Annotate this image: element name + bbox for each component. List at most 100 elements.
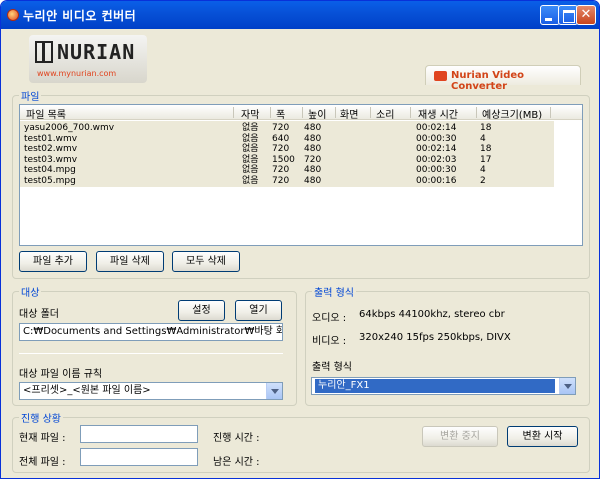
output-legend: 출력 형식 — [312, 284, 356, 299]
table-cell-height: 720 — [304, 154, 322, 165]
column-header[interactable]: 높이 — [308, 106, 326, 121]
table-cell-duration: 00:02:14 — [416, 123, 457, 133]
progress-legend: 진행 상황 — [19, 410, 63, 425]
table-cell-duration: 00:00:30 — [416, 165, 457, 175]
table-cell-height: 480 — [304, 144, 322, 154]
file-list[interactable]: 파일 목록 자막 폭 높이 화면 소리 재생 시간 예상크기(MB) yasu2006_700… — [19, 104, 583, 246]
column-separator[interactable] — [476, 107, 477, 118]
total-file-field[interactable] — [80, 448, 198, 466]
table-cell-width: 1500 — [272, 154, 295, 165]
table-cell-name: test02.wmv — [24, 144, 78, 154]
table-cell-duration: 00:00:16 — [416, 175, 457, 186]
table-cell-width: 720 — [272, 123, 290, 133]
product-tab: Nurian Video Converter — [425, 65, 581, 92]
table-row[interactable]: test04.mpg 없음 720 480 00:00:30 4 — [20, 165, 554, 176]
output-format-label: 출력 형식 — [312, 362, 352, 373]
output-format-value: 누리안_FX1 — [315, 379, 555, 393]
add-file-button[interactable]: 파일 추가 — [19, 251, 87, 272]
table-cell-height: 480 — [304, 165, 322, 175]
elapsed-time-label: 진행 시간 : — [213, 433, 260, 444]
close-icon: ✕ — [580, 7, 592, 22]
table-cell-width: 640 — [272, 133, 290, 144]
table-cell-height: 480 — [304, 133, 322, 144]
column-header[interactable]: 소리 — [376, 106, 394, 121]
output-format-select[interactable]: 누리안_FX1 — [311, 377, 576, 395]
table-cell-width: 720 — [272, 175, 290, 186]
target-divider — [19, 353, 283, 354]
logo: NURIAN www.mynurian.com — [29, 35, 147, 83]
delete-all-button[interactable]: 모두 삭제 — [172, 251, 240, 272]
delete-file-button[interactable]: 파일 삭제 — [96, 251, 164, 272]
set-folder-button[interactable]: 설정 — [178, 300, 225, 321]
column-separator[interactable] — [233, 107, 234, 118]
table-cell-name: test04.mpg — [24, 165, 76, 175]
column-header[interactable]: 화면 — [340, 106, 358, 121]
audio-value: 64kbps 44100khz, stereo cbr — [359, 309, 505, 320]
table-cell-name: test01.wmv — [24, 133, 78, 144]
table-cell-width: 720 — [272, 144, 290, 154]
table-cell-size: 4 — [480, 133, 486, 144]
minimize-button[interactable] — [540, 5, 560, 25]
column-header[interactable]: 폭 — [276, 106, 285, 121]
maximize-button[interactable] — [558, 5, 578, 25]
window-title: 누리안 비디오 컨버터 — [23, 9, 137, 23]
column-separator[interactable] — [270, 107, 271, 118]
table-cell-name: test03.wmv — [24, 154, 78, 165]
target-folder-label: 대상 폴더 — [19, 309, 59, 320]
logo-mark-icon — [35, 41, 53, 63]
remaining-time-label: 남은 시간 : — [213, 457, 260, 468]
column-header[interactable]: 예상크기(MB) — [482, 106, 542, 121]
table-cell-subtitle: 없음 — [242, 144, 259, 154]
file-list-rows: yasu2006_700.wmv 없음 720 480 00:02:14 18 test01… — [20, 121, 554, 187]
table-cell-height: 480 — [304, 123, 322, 133]
filename-rule-value: <프리셋>_<원본 파일 이름> — [23, 385, 151, 396]
current-file-field[interactable] — [80, 425, 198, 443]
table-row[interactable]: test01.wmv 없음 640 480 00:00:30 4 — [20, 134, 554, 145]
app-icon — [7, 9, 19, 21]
table-cell-subtitle: 없음 — [242, 154, 259, 165]
table-cell-subtitle: 없음 — [242, 175, 259, 186]
table-cell-subtitle: 없음 — [242, 133, 259, 144]
video-label: 비디오 : — [312, 336, 347, 347]
table-cell-size: 4 — [480, 165, 486, 175]
target-legend: 대상 — [19, 284, 42, 299]
table-cell-subtitle: 없음 — [242, 165, 259, 175]
stop-convert-button[interactable]: 변환 중지 — [422, 426, 498, 447]
filename-rule-label: 대상 파일 이름 규칙 — [19, 369, 103, 380]
table-cell-size: 18 — [480, 123, 492, 133]
column-header[interactable]: 자막 — [241, 106, 259, 121]
table-cell-name: yasu2006_700.wmv — [24, 123, 115, 133]
table-row[interactable]: test02.wmv 없음 720 480 00:02:14 18 — [20, 144, 554, 155]
file-list-header: 파일 목록 자막 폭 높이 화면 소리 재생 시간 예상크기(MB) — [20, 105, 582, 121]
audio-label: 오디오 : — [312, 313, 347, 324]
column-separator[interactable] — [550, 107, 551, 118]
main-window: 누리안 비디오 컨버터 ✕ NURIAN www.mynurian.com Nu… — [0, 0, 600, 479]
table-cell-size: 17 — [480, 154, 492, 165]
table-cell-name: test05.mpg — [24, 175, 76, 186]
column-header[interactable]: 파일 목록 — [26, 106, 66, 121]
total-file-label: 전체 파일 : — [19, 457, 66, 468]
column-separator[interactable] — [410, 107, 411, 118]
chevron-down-icon[interactable] — [559, 378, 575, 394]
title-bar[interactable]: 누리안 비디오 컨버터 ✕ — [1, 1, 599, 29]
table-cell-size: 18 — [480, 144, 492, 154]
current-file-label: 현재 파일 : — [19, 433, 66, 444]
close-button[interactable]: ✕ — [576, 5, 596, 25]
table-row[interactable]: test03.wmv 없음 1500 720 00:02:03 17 — [20, 155, 554, 166]
column-separator[interactable] — [335, 107, 336, 118]
column-separator[interactable] — [302, 107, 303, 118]
target-folder-field[interactable]: C:₩Documents and Settings₩Administrator₩… — [19, 323, 283, 341]
open-folder-button[interactable]: 열기 — [235, 300, 282, 321]
table-cell-subtitle: 없음 — [242, 123, 259, 133]
logo-url: www.mynurian.com — [37, 69, 117, 78]
table-cell-width: 720 — [272, 165, 290, 175]
filename-rule-select[interactable]: <프리셋>_<원본 파일 이름> — [19, 382, 283, 400]
column-header[interactable]: 재생 시간 — [418, 106, 458, 121]
table-row[interactable]: yasu2006_700.wmv 없음 720 480 00:02:14 18 — [20, 123, 554, 134]
start-convert-button[interactable]: 변환 시작 — [507, 426, 578, 447]
column-separator[interactable] — [370, 107, 371, 118]
table-cell-duration: 00:00:30 — [416, 133, 457, 144]
product-name: Nurian Video Converter — [451, 70, 524, 92]
chevron-down-icon[interactable] — [266, 383, 282, 399]
table-row[interactable]: test05.mpg 없음 720 480 00:00:16 2 — [20, 176, 554, 187]
